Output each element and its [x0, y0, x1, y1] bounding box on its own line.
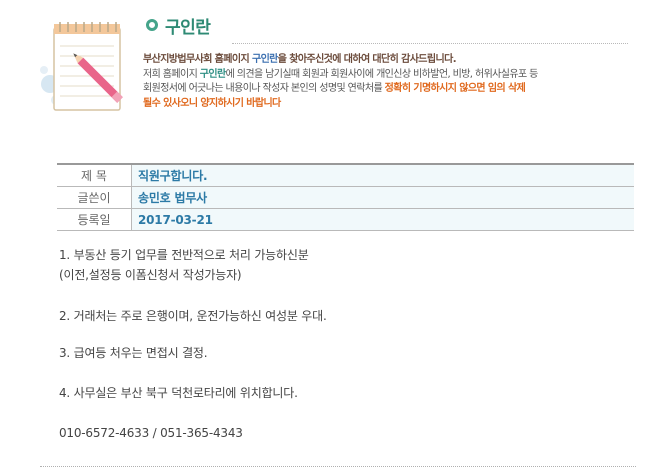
content-line: 010-6572-4633 / 051-365-4343	[59, 426, 243, 440]
footer-divider	[40, 466, 636, 467]
circle-bullet-icon	[146, 19, 158, 31]
subject-row: 제 목 직원구합니다.	[57, 163, 634, 187]
notice-text-segment: 에 의견을 남기실때 회원과 회원사이에 개인신상 비하발언, 비방, 허위사실…	[225, 68, 539, 80]
notice-line: 부산지방법무사회 홈페이지 구인란을 찾아주신것에 대하여 대단히 감사드립니다…	[143, 53, 643, 68]
notice-text-segment: 을 찾아주신것에 대하여 대단히 감사드립니다.	[277, 54, 457, 65]
notice-highlight: 정확히 기명하시지 않으면 임의 삭제	[384, 83, 526, 94]
subject-label: 제 목	[57, 163, 132, 187]
notice-highlight: 될수 있사오니 양지하시기 바랍니다	[143, 97, 281, 109]
notice-line: 저희 홈페이지 구인란에 의견을 남기실때 회원과 회원사이에 개인신상 비하발…	[143, 68, 643, 83]
page-title: 구인란	[165, 17, 211, 38]
notice-highlight: 구인란	[251, 54, 278, 65]
author-row: 글쓴이 송민호 법무사	[57, 186, 634, 209]
post-date: 2017-03-21	[131, 208, 634, 231]
content-line: 4. 사무실은 부산 북구 덕천로타리에 위치합니다.	[59, 386, 298, 400]
post-info-table: 제 목 직원구합니다. 글쓴이 송민호 법무사 등록일 2017-03-21	[57, 163, 634, 231]
notepad-pencil-icon	[40, 22, 123, 111]
board-header: 구인란 부산지방법무사회 홈페이지 구인란을 찾아주신것에 대하여 대단히 감사…	[0, 0, 667, 140]
notice-text-segment: 저희 홈페이지	[143, 68, 200, 80]
date-row: 등록일 2017-03-21	[57, 208, 634, 231]
notice-highlight: 구인란	[199, 68, 226, 80]
author-label: 글쓴이	[57, 186, 132, 209]
notice-line: 회원정서에 어긋나는 내용이나 작성자 본인의 성명및 연락처를 정확히 기명하…	[143, 82, 643, 97]
notice-text-segment: 회원정서에 어긋나는 내용이나 작성자 본인의 성명및 연락처를	[143, 83, 385, 94]
post-author: 송민호 법무사	[131, 186, 634, 209]
notice-text-segment: 부산지방법무사회 홈페이지	[143, 54, 252, 65]
title-divider	[232, 43, 628, 44]
page-title-row: 구인란	[146, 12, 211, 38]
content-line: 1. 부동산 등기 업무를 전반적으로 처리 가능하신분	[59, 248, 309, 262]
notice-text: 부산지방법무사회 홈페이지 구인란을 찾아주신것에 대하여 대단히 감사드립니다…	[143, 53, 643, 111]
content-line: 2. 거래처는 주로 은행이며, 운전가능하신 여성분 우대.	[59, 309, 327, 323]
content-line: (이전,설정등 이폼신청서 작성가능자)	[59, 268, 242, 282]
date-label: 등록일	[57, 208, 132, 231]
notice-line: 될수 있사오니 양지하시기 바랍니다	[143, 97, 643, 112]
content-line: 3. 급여등 처우는 면접시 결정.	[59, 346, 208, 360]
post-subject: 직원구합니다.	[131, 163, 634, 187]
